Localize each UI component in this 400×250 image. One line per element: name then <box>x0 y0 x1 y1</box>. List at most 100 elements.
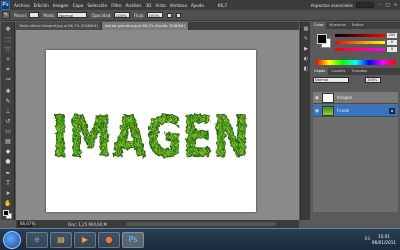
history-panel-icon[interactable]: ▦ <box>303 26 309 32</box>
workspace-switcher[interactable]: Aspectos esenciales <box>311 3 353 8</box>
zoom-menu[interactable]: 66,7 <box>218 3 227 8</box>
system-clock[interactable]: 15:01 06/01/2011 <box>371 234 397 246</box>
close-icon[interactable]: × <box>393 3 398 8</box>
tab-capas[interactable]: Capas <box>311 68 329 75</box>
dodge-tool-icon[interactable]: ● <box>4 158 12 166</box>
pen-tool-icon[interactable]: ✒ <box>4 170 12 178</box>
layer-row[interactable]: ◉ Imagen <box>313 92 398 104</box>
menu-imagen[interactable]: Imagen <box>53 3 69 8</box>
start-button[interactable] <box>3 231 21 249</box>
blend-mode-select[interactable]: Normal <box>313 77 349 83</box>
document-tabs: Texto efecto fotograf.jpg al 66,7% (RGB/… <box>16 22 299 30</box>
menu-vista[interactable]: Vista <box>155 3 165 8</box>
minimize-icon[interactable]: – <box>377 3 382 8</box>
layer-name: Imagen <box>337 95 353 100</box>
toolbox: ✥ ⬚ ➰ ✧ ⌗ ⊸ ✚ ✎ ⊥ ↺ ▭ ▤ ◆ ● ✒ T ➤ ✋ <box>1 22 15 220</box>
adjustments-panel-icon[interactable]: ◐ <box>303 56 309 62</box>
tablet-pressure-toggle[interactable] <box>175 12 181 18</box>
maximize-icon[interactable]: □ <box>385 3 390 8</box>
layer-controls: Normal 100% <box>313 77 398 91</box>
firefox-icon[interactable]: ● <box>98 232 120 248</box>
menu-filtro[interactable]: Filtro <box>111 3 121 8</box>
right-panels: Color Muestras Estilos 255 0 0 Capas Can… <box>311 22 400 220</box>
layer-thumbnail <box>322 106 334 116</box>
options-bar: ✎ Pincel: Modo: Normal Opacidad: 100% Fl… <box>0 10 400 21</box>
menu-analisis[interactable]: Análisis <box>126 3 142 8</box>
lock-icon: ◆ <box>389 108 395 114</box>
zoom-field[interactable]: 66,67% <box>18 221 35 227</box>
layers-panel-tabs: Capas Canales Trazados <box>311 68 400 75</box>
brush-tool-icon[interactable]: ✎ <box>4 98 12 106</box>
marquee-tool-icon[interactable]: ⬚ <box>4 36 12 44</box>
menu-archivo[interactable]: Archivo <box>14 3 30 8</box>
horizontal-scrollbar[interactable] <box>126 222 276 226</box>
eyedropper-tool-icon[interactable]: ⊸ <box>4 76 12 84</box>
photoshop-logo: Ps <box>1 0 10 10</box>
menu-3d[interactable]: 3D <box>146 3 152 8</box>
path-selection-tool-icon[interactable]: ➤ <box>4 190 12 198</box>
gradient-tool-icon[interactable]: ▤ <box>4 138 12 146</box>
type-tool-icon[interactable]: T <box>4 180 12 188</box>
blue-value[interactable]: 0 <box>387 47 397 52</box>
menu-capa[interactable]: Capa <box>73 3 84 8</box>
history-brush-tool-icon[interactable]: ↺ <box>4 118 12 126</box>
language-indicator[interactable]: ES <box>365 236 370 241</box>
airbrush-toggle[interactable] <box>166 12 172 18</box>
brush-preset-picker[interactable] <box>29 12 40 18</box>
menu-bar: Ps Archivo Edición Imagen Capa Selección… <box>0 0 400 10</box>
eraser-tool-icon[interactable]: ▭ <box>4 128 12 136</box>
layer-name: Fondo <box>337 108 350 113</box>
document-text: IMAGEN <box>52 105 250 170</box>
lasso-tool-icon[interactable]: ➰ <box>4 46 12 54</box>
red-slider[interactable] <box>335 34 385 37</box>
blur-tool-icon[interactable]: ◆ <box>4 148 12 156</box>
tab-texto-efecto[interactable]: Texto efecto fotograf.jpg al 66,7% (RGB/… <box>16 22 102 30</box>
move-tool-icon[interactable]: ✥ <box>4 26 12 34</box>
layer-row[interactable]: ◉ Fondo ◆ <box>313 105 398 117</box>
hand-tool-icon[interactable]: ✋ <box>4 200 12 208</box>
crop-tool-icon[interactable]: ⌗ <box>4 66 12 74</box>
tab-color[interactable]: Color <box>311 22 327 29</box>
color-panel-foreground-swatch[interactable] <box>317 34 327 44</box>
brush-tool-icon[interactable]: ✎ <box>2 11 10 19</box>
menu-seleccion[interactable]: Selección <box>87 3 107 8</box>
foreground-color-swatch[interactable] <box>3 210 9 216</box>
search-input[interactable] <box>356 2 374 8</box>
mode-select[interactable]: Normal <box>57 12 88 18</box>
tab-trazados[interactable]: Trazados <box>348 68 370 75</box>
green-slider[interactable] <box>335 41 385 44</box>
panel-dock-icons: ▦ ✎ ▶ ◐ ◧ <box>300 22 310 220</box>
red-value[interactable]: 255 <box>387 33 397 38</box>
document-canvas[interactable]: IMAGEN <box>46 50 256 212</box>
blue-slider[interactable] <box>335 48 385 51</box>
masks-panel-icon[interactable]: ◧ <box>303 66 309 72</box>
windows-taskbar: e ▤ ▶ ● Ps ES 15:01 06/01/2011 <box>0 228 400 250</box>
visibility-eye-icon[interactable]: ◉ <box>314 108 320 114</box>
menu-ventana[interactable]: Ventana <box>170 3 187 8</box>
clone-stamp-tool-icon[interactable]: ⊥ <box>4 108 12 116</box>
green-value[interactable]: 0 <box>387 40 397 45</box>
tab-muestras[interactable]: Muestras <box>326 22 348 29</box>
photoshop-taskbar-icon[interactable]: Ps <box>122 232 144 248</box>
internet-explorer-icon[interactable]: e <box>26 232 48 248</box>
menu-edicion[interactable]: Edición <box>34 3 49 8</box>
preset-label: Pincel: <box>14 12 28 18</box>
healing-brush-tool-icon[interactable]: ✚ <box>4 88 12 96</box>
brushes-panel-icon[interactable]: ✎ <box>303 36 309 42</box>
visibility-eye-icon[interactable]: ◉ <box>314 95 320 101</box>
grass-text-artwork: IMAGEN <box>51 104 250 170</box>
actions-panel-icon[interactable]: ▶ <box>303 46 309 52</box>
media-player-icon[interactable]: ▶ <box>74 232 96 248</box>
menu-ayuda[interactable]: Ayuda <box>191 3 204 8</box>
magic-wand-tool-icon[interactable]: ✧ <box>4 56 12 64</box>
tab-estilos[interactable]: Estilos <box>349 22 367 29</box>
opacity-field[interactable]: 100% <box>113 12 130 18</box>
document-info[interactable]: Doc: 1,25 M/4,60 M <box>68 222 107 227</box>
color-spectrum-bar[interactable] <box>316 60 396 65</box>
flow-field[interactable]: 100% <box>146 12 163 18</box>
tab-canales[interactable]: Canales <box>328 68 348 75</box>
tab-hierba-grande[interactable]: hierba grande.jpg al 66,7% (Fondo, RGB/8… <box>101 22 190 30</box>
file-explorer-icon[interactable]: ▤ <box>50 232 72 248</box>
layer-opacity-field[interactable]: 100% <box>365 77 381 83</box>
layer-thumbnail <box>322 93 334 103</box>
